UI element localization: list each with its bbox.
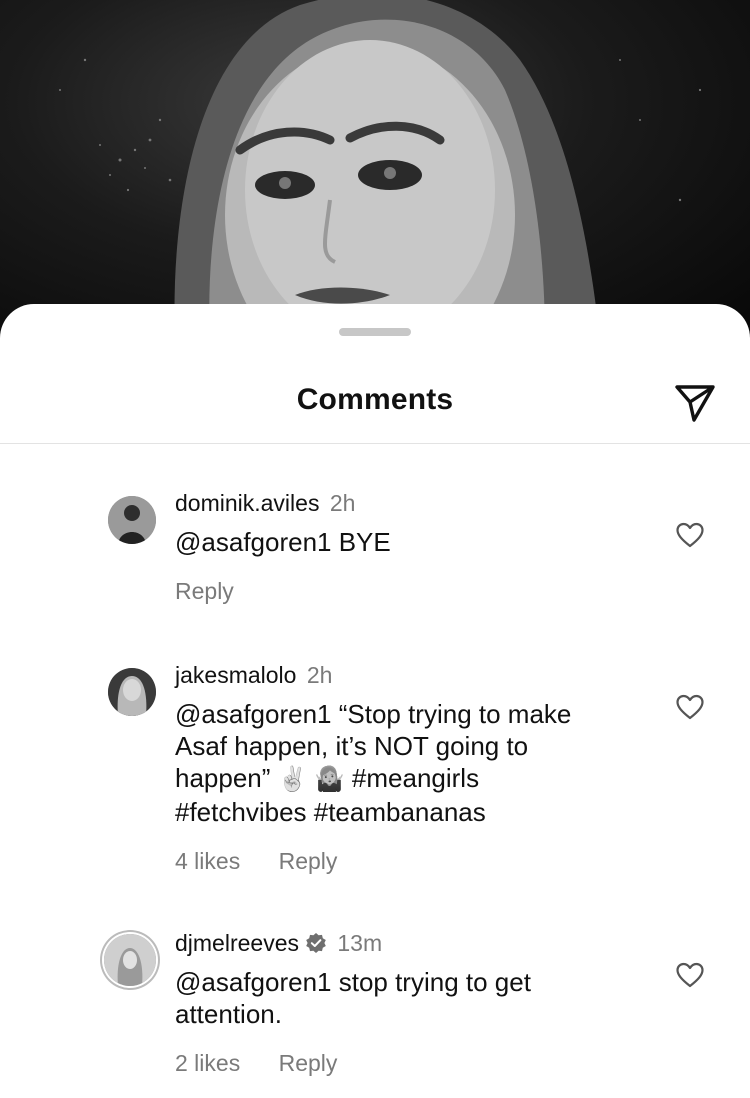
comment-actions: 4 likes Reply xyxy=(175,848,635,875)
comment-text-line: Asaf happen, it’s NOT going to xyxy=(175,731,529,761)
hashtag-links[interactable]: #fetchvibes #teambananas xyxy=(175,797,486,827)
comment-username[interactable]: jakesmalolo xyxy=(175,662,296,688)
comment-meta: djmelreeves 13m xyxy=(175,928,635,958)
paper-plane-icon xyxy=(675,385,715,422)
shrug-emoji: 🤷🏼‍♀️ xyxy=(314,766,345,793)
comment-text: @asafgoren1 stop trying to get attention… xyxy=(175,967,539,1029)
comment-time: 2h xyxy=(306,662,333,688)
comment-meta: dominik.aviles 2h xyxy=(175,488,635,518)
comments-sheet: Comments dominik.aviles 2h @asafgoren1 B… xyxy=(0,304,750,1098)
avatar[interactable] xyxy=(104,934,156,986)
sheet-title: Comments xyxy=(296,383,454,416)
comment-body: dominik.aviles 2h @asafgoren1 BYE Reply xyxy=(175,488,635,605)
comment-actions: 2 likes Reply xyxy=(175,1050,635,1077)
comment-actions: Reply xyxy=(175,578,635,605)
comment-text-line: @asafgoren1 “Stop trying to make xyxy=(175,699,572,729)
reply-button[interactable]: Reply xyxy=(279,848,338,874)
comment-body: jakesmalolo 2h @asafgoren1 “Stop trying … xyxy=(175,660,635,875)
avatar[interactable] xyxy=(108,668,156,716)
heart-icon[interactable] xyxy=(676,962,704,988)
avatar[interactable] xyxy=(108,496,156,544)
story-background-photo xyxy=(0,0,750,340)
comment-time: 2h xyxy=(329,490,356,516)
heart-icon[interactable] xyxy=(676,694,704,720)
heart-icon[interactable] xyxy=(676,522,704,548)
likes-count[interactable]: 4 likes xyxy=(175,848,240,874)
comment-username[interactable]: dominik.aviles xyxy=(175,490,319,516)
comment-body: djmelreeves 13m @asafgoren1 stop trying … xyxy=(175,928,635,1077)
comment-text-line: happen” xyxy=(175,763,271,793)
comment-time: 13m xyxy=(337,930,383,956)
reply-button[interactable]: Reply xyxy=(175,578,234,604)
victory-hand-emoji: ✌🏻 xyxy=(277,766,308,793)
comment-text: @asafgoren1 BYE xyxy=(175,527,391,557)
comment-username[interactable]: djmelreeves xyxy=(175,930,299,956)
send-button[interactable] xyxy=(672,380,718,426)
verified-badge-icon xyxy=(306,933,326,953)
hashtag-link[interactable]: #meangirls xyxy=(352,763,479,793)
sheet-grabber[interactable] xyxy=(339,328,411,336)
comment-text: @asafgoren1 “Stop trying to make Asaf hap… xyxy=(175,698,635,828)
comment-meta: jakesmalolo 2h xyxy=(175,660,635,690)
sheet-header: Comments xyxy=(0,364,750,444)
reply-button[interactable]: Reply xyxy=(279,1050,338,1076)
likes-count[interactable]: 2 likes xyxy=(175,1050,240,1076)
